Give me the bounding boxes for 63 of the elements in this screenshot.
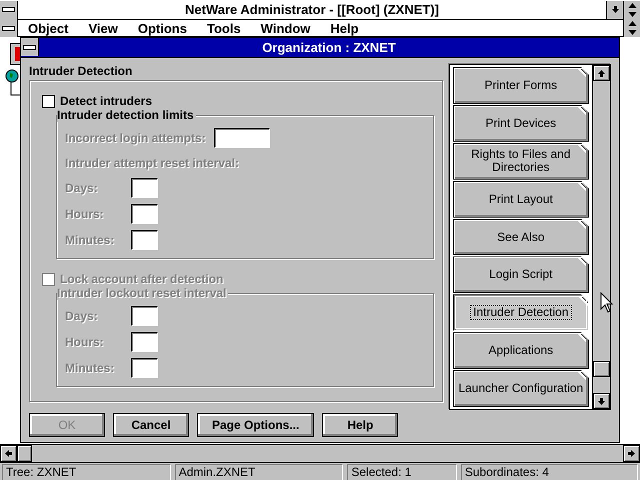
dialog-button[interactable]: Cancel bbox=[113, 413, 189, 437]
restore-icon bbox=[628, 2, 636, 16]
dialog-title: Organization : ZXNET bbox=[261, 39, 397, 57]
input-field[interactable] bbox=[131, 306, 158, 326]
page-tab[interactable]: Applications bbox=[452, 332, 589, 370]
input-field[interactable] bbox=[131, 204, 158, 224]
up-arrow-icon bbox=[597, 68, 606, 78]
dialog-button[interactable]: Help bbox=[322, 413, 398, 437]
document-menu-icon[interactable] bbox=[0, 19, 18, 37]
page-tab[interactable]: Launcher Configuration bbox=[452, 370, 589, 408]
group-title: Intruder detection limits bbox=[57, 108, 196, 122]
page-tab[interactable]: Printer Forms bbox=[452, 67, 589, 104]
toolbar-button[interactable] bbox=[10, 43, 20, 65]
menu-item[interactable]: Object bbox=[18, 20, 78, 36]
scroll-thumb[interactable] bbox=[593, 361, 610, 377]
window-title: NetWare Administrator - [[Root] (ZXNET)] bbox=[184, 2, 440, 17]
status-text: Subordinates: 4 bbox=[460, 464, 638, 480]
page-tab[interactable]: Print Layout bbox=[452, 180, 589, 218]
page-title: Intruder Detection bbox=[29, 64, 134, 78]
down-arrow-icon bbox=[597, 396, 606, 406]
field-label: Hours: bbox=[65, 207, 105, 221]
menu-item[interactable]: Window bbox=[250, 20, 320, 36]
page-tab[interactable]: Intruder Detection bbox=[452, 294, 589, 332]
restore-button[interactable] bbox=[623, 19, 640, 37]
system-menu-icon[interactable] bbox=[21, 38, 39, 56]
right-arrow-icon bbox=[627, 449, 636, 458]
status-text: Tree: ZXNET bbox=[2, 464, 171, 480]
input-field[interactable] bbox=[131, 178, 158, 198]
field-label: Days: bbox=[65, 181, 99, 195]
down-arrow-icon bbox=[610, 5, 620, 14]
field-label: Days: bbox=[65, 309, 99, 323]
page-tab[interactable]: Print Devices bbox=[452, 104, 589, 142]
input-field[interactable] bbox=[131, 332, 158, 352]
input-field[interactable] bbox=[214, 128, 270, 148]
page-tab[interactable]: Login Script bbox=[452, 256, 589, 294]
menu-item[interactable]: Options bbox=[128, 20, 197, 36]
status-text: Admin.ZXNET bbox=[174, 464, 344, 480]
minimize-button[interactable] bbox=[606, 0, 623, 18]
field-label: Incorrect login attempts: bbox=[65, 131, 206, 145]
page-tab[interactable]: See Also bbox=[452, 218, 589, 256]
input-field[interactable] bbox=[131, 230, 158, 250]
menu-item[interactable]: View bbox=[78, 20, 128, 36]
left-arrow-icon bbox=[4, 449, 13, 458]
group-title: Intruder lockout reset interval bbox=[57, 286, 228, 300]
field-label: Minutes: bbox=[65, 361, 116, 375]
page-tab[interactable]: Rights to Files and Directories bbox=[452, 142, 589, 180]
menu-item[interactable]: Tools bbox=[196, 20, 251, 36]
checkbox-label: Lock account after detection bbox=[60, 272, 224, 286]
horizontal-scrollbar[interactable] bbox=[0, 444, 640, 463]
toolbar-icon bbox=[15, 47, 20, 61]
checkbox-label: Detect intruders bbox=[60, 94, 152, 108]
checkbox[interactable] bbox=[42, 94, 55, 108]
menu-item[interactable]: Help bbox=[320, 20, 369, 36]
input-field[interactable] bbox=[131, 358, 158, 378]
field-label: Minutes: bbox=[65, 233, 116, 247]
interval-caption: Intruder attempt reset interval: bbox=[65, 156, 240, 170]
vertical-scrollbar[interactable] bbox=[592, 65, 610, 409]
restore-icon bbox=[628, 21, 636, 35]
dialog-button[interactable]: Page Options... bbox=[197, 413, 314, 437]
restore-button[interactable] bbox=[623, 0, 640, 18]
field-label: Hours: bbox=[65, 335, 105, 349]
system-menu-icon[interactable] bbox=[0, 0, 18, 18]
status-text: Selected: 1 bbox=[347, 464, 457, 480]
